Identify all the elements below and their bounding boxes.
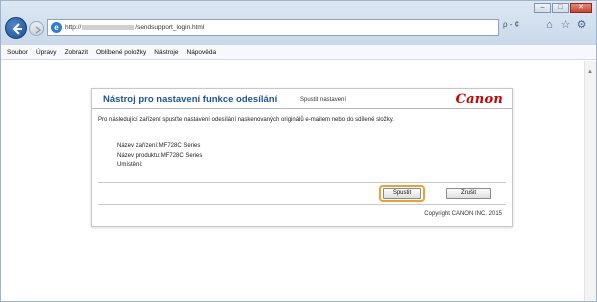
home-icon[interactable]: ⌂ <box>544 20 555 31</box>
divider <box>98 182 506 183</box>
back-arrow-icon <box>12 23 22 35</box>
favorites-star-icon[interactable]: ☆ <box>560 20 571 31</box>
menu-bar: Soubor Úpravy Zobrazit Oblíbené položky … <box>1 45 596 60</box>
menu-favorites[interactable]: Oblíbené položky <box>96 49 146 56</box>
browser-window: – □ ✕ e http:///sendsupport_login.html ρ… <box>0 0 597 302</box>
address-tools[interactable]: ρ - ¢ <box>503 20 519 29</box>
device-info: Název zařízení:MF728C Series Název produ… <box>117 142 202 171</box>
back-button[interactable] <box>5 17 27 39</box>
menu-edit[interactable]: Úpravy <box>36 49 57 56</box>
menu-tools[interactable]: Nástroje <box>154 49 178 56</box>
maximize-icon[interactable]: □ <box>552 3 569 13</box>
divider <box>98 204 506 205</box>
toolbar-icons: ⌂ ☆ ⚙ <box>544 20 587 31</box>
forward-button[interactable] <box>29 21 44 36</box>
page-subtitle: Spustit nastavení <box>300 97 347 103</box>
ie-page-icon: e <box>51 22 62 33</box>
navigation-row: e http:///sendsupport_login.html ρ - ¢ ⌂… <box>5 17 593 39</box>
menu-view[interactable]: Zobrazit <box>65 49 88 56</box>
device-name: Název zařízení:MF728C Series <box>117 143 201 149</box>
location: Umístění: <box>117 162 143 168</box>
page-title: Nástroj pro nastavení funkce odesílání <box>103 94 278 105</box>
product-name: Název produktu:MF728C Series <box>117 152 203 159</box>
canon-logo: Canon <box>455 92 503 107</box>
page-content: ▲ Nástroj pro nastavení funkce odesílání… <box>1 61 596 301</box>
run-button[interactable]: Spustit <box>383 188 421 199</box>
minimize-icon[interactable]: – <box>534 3 551 13</box>
settings-gear-icon[interactable]: ⚙ <box>576 20 587 31</box>
send-setting-panel: Nástroj pro nastavení funkce odesílání S… <box>91 88 513 227</box>
forward-arrow-icon <box>35 26 42 34</box>
menu-file[interactable]: Soubor <box>7 49 28 56</box>
instruction-text: Pro následující zařízení spusťte nastave… <box>98 117 394 123</box>
vertical-scrollbar[interactable]: ▲ <box>584 61 596 301</box>
url-text: http:///sendsupport_login.html <box>65 24 205 31</box>
copyright-text: Copyright CANON INC. 2015 <box>424 211 502 217</box>
panel-header: Nástroj pro nastavení funkce odesílání S… <box>92 89 512 109</box>
cancel-button[interactable]: Zrušit <box>446 188 491 199</box>
window-controls: – □ ✕ <box>533 3 592 13</box>
url-redacted <box>82 24 135 30</box>
address-bar[interactable]: e http:///sendsupport_login.html <box>47 19 499 36</box>
search-refresh-icons[interactable]: ρ - ¢ <box>503 20 519 29</box>
title-bar: – □ ✕ e http:///sendsupport_login.html ρ… <box>1 1 596 45</box>
scroll-up-icon[interactable]: ▲ <box>587 69 594 75</box>
close-icon[interactable]: ✕ <box>570 3 592 13</box>
menu-help[interactable]: Nápověda <box>187 49 217 56</box>
